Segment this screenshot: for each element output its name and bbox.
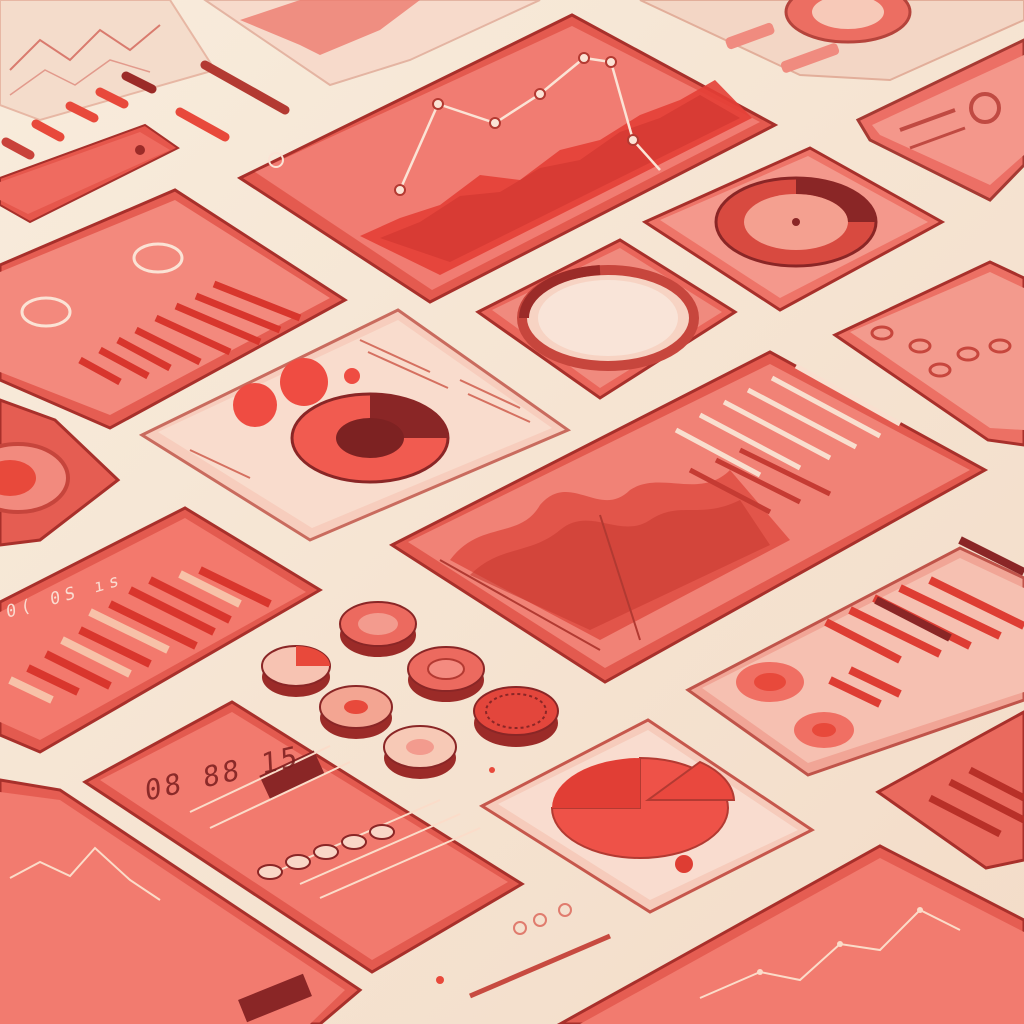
dial-chip	[319, 685, 393, 739]
dashboard-scene: 08 88 15 0( 0S ıs	[0, 0, 1024, 1024]
dial-chip	[407, 646, 485, 702]
dial-chip	[383, 725, 457, 779]
dial-chip	[473, 686, 559, 747]
dashboard-illustration	[0, 0, 1024, 1024]
dial-chip	[261, 645, 331, 697]
dial-chip	[339, 601, 417, 657]
